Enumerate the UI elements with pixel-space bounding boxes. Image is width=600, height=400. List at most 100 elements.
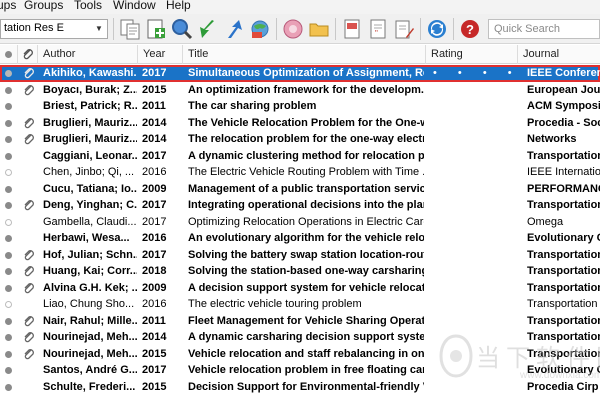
- paperclip-icon[interactable]: [22, 116, 36, 130]
- row-rating-stars[interactable]: • • • • •: [433, 65, 517, 82]
- read-status-dot-icon[interactable]: [5, 284, 12, 292]
- paperclip-icon[interactable]: [22, 83, 36, 97]
- table-row[interactable]: Bruglieri, Mauriz... 2014 The Vehicle Relo…: [0, 115, 600, 132]
- row-journal: Transportation: [527, 199, 600, 211]
- read-status-dot-icon[interactable]: [5, 185, 12, 193]
- row-year: 2015: [142, 347, 167, 360]
- export-button[interactable]: [222, 17, 246, 41]
- row-title: Optimizing Relocation Operations in Elec…: [188, 215, 424, 228]
- sync-button[interactable]: [425, 17, 449, 41]
- paperclip-icon[interactable]: [22, 314, 36, 328]
- table-row[interactable]: Boyacı, Burak; Z... 2015 An optimization f…: [0, 82, 600, 99]
- paperclip-icon[interactable]: [22, 347, 36, 361]
- table-row[interactable]: Chen, Jinbo; Qi, ... 2016 The Electric Veh…: [0, 164, 600, 181]
- toolbar-separator: [276, 18, 277, 40]
- read-status-dot-icon[interactable]: [5, 169, 12, 176]
- read-status-dot-icon[interactable]: [5, 152, 12, 160]
- table-row[interactable]: Caggiani, Leonar... 2017 A dynamic cluster…: [0, 148, 600, 165]
- paperclip-icon[interactable]: [22, 132, 36, 146]
- read-status-dot-icon[interactable]: [5, 317, 12, 325]
- read-status-dot-icon[interactable]: [5, 86, 12, 94]
- paperclip-icon[interactable]: [22, 281, 36, 295]
- read-status-dot-icon[interactable]: [5, 235, 12, 242]
- menu-window[interactable]: Window: [113, 0, 156, 12]
- read-status-dot-icon[interactable]: [5, 383, 12, 391]
- row-author: Akihiko, Kawashi...: [43, 67, 137, 79]
- quick-search-input[interactable]: [489, 20, 597, 38]
- copy-formatted-button[interactable]: [118, 17, 142, 41]
- menu-groups-partial[interactable]: ups: [0, 0, 16, 12]
- table-row[interactable]: Hof, Julian; Schn... 2017 Solving the batt…: [0, 247, 600, 264]
- menu-help[interactable]: Help: [166, 0, 191, 12]
- table-row[interactable]: Alvina G.H. Kek; ... 2009 A decision suppo…: [0, 280, 600, 297]
- column-header-author[interactable]: Author: [38, 45, 138, 64]
- import-button[interactable]: [196, 17, 220, 41]
- read-status-dot-icon[interactable]: [5, 70, 12, 77]
- row-journal: IEEE Internation...: [527, 166, 600, 178]
- column-header-year[interactable]: Year: [138, 45, 183, 64]
- table-row[interactable]: Herbawi, Wesa... 2016 An evolutionary algo…: [0, 230, 600, 247]
- table-row[interactable]: Huang, Kai; Corr... 2018 Solving the stati…: [0, 263, 600, 280]
- row-year: 2015: [142, 380, 167, 393]
- table-row[interactable]: Nair, Rahul; Mille... 2011 Fleet Managemen…: [0, 313, 600, 330]
- chevron-down-icon[interactable]: ▼: [92, 21, 106, 37]
- output-style-select[interactable]: tation Res E ▼: [0, 19, 108, 39]
- row-journal: Transportation: [527, 281, 600, 294]
- table-row[interactable]: Deng, Yinghan; C... 2017 Integrating opera…: [0, 197, 600, 214]
- row-year: 2015: [142, 83, 167, 96]
- column-header-journal[interactable]: Journal: [518, 45, 600, 64]
- pdf-button[interactable]: [340, 17, 364, 41]
- row-author: Huang, Kai; Corr...: [43, 265, 137, 277]
- help-button[interactable]: ?: [458, 17, 482, 41]
- row-author: Nair, Rahul; Mille...: [43, 314, 137, 327]
- read-status-dot-icon[interactable]: [5, 119, 12, 127]
- open-url-button[interactable]: [281, 17, 305, 41]
- read-status-column-header[interactable]: [0, 45, 18, 64]
- read-status-dot-icon[interactable]: [5, 103, 12, 110]
- row-year: 2016: [142, 166, 167, 178]
- insert-citation-button[interactable]: ": [366, 17, 390, 41]
- row-title: Management of a public transportation se…: [188, 182, 424, 195]
- paperclip-icon[interactable]: [22, 264, 36, 278]
- read-status-dot-icon[interactable]: [5, 268, 12, 275]
- open-file-button[interactable]: [307, 17, 331, 41]
- paperclip-icon[interactable]: [22, 330, 36, 344]
- column-header-title[interactable]: Title: [183, 45, 426, 64]
- read-status-dot-icon[interactable]: [5, 350, 12, 358]
- table-row[interactable]: Bruglieri, Mauriz... 2014 The relocation p…: [0, 131, 600, 148]
- new-reference-button[interactable]: [144, 17, 168, 41]
- row-title: A dynamic carsharing decision support sy…: [188, 331, 424, 343]
- online-search-button[interactable]: [170, 17, 194, 41]
- table-row[interactable]: Liao, Chung Sho... 2016 The electric vehic…: [0, 296, 600, 313]
- menu-tools[interactable]: Tools: [74, 0, 102, 12]
- table-row[interactable]: Akihiko, Kawashi... 2017 Simultaneous Opti…: [0, 65, 600, 82]
- read-status-dot-icon[interactable]: [5, 202, 12, 209]
- row-year: 2017: [142, 67, 167, 79]
- reference-list-header: Author Year Title Rating Journal: [0, 45, 600, 64]
- paperclip-icon[interactable]: [22, 66, 36, 80]
- row-author: Bruglieri, Mauriz...: [43, 116, 137, 129]
- table-row[interactable]: Briest, Patrick; R... 2011 The car sharing…: [0, 98, 600, 115]
- quick-search-box[interactable]: [488, 19, 600, 39]
- column-header-rating[interactable]: Rating: [426, 45, 518, 64]
- read-status-dot-icon[interactable]: [5, 136, 12, 143]
- read-status-dot-icon[interactable]: [5, 367, 12, 374]
- table-row[interactable]: Gambella, Claudi... 2017 Optimizing Reloca…: [0, 214, 600, 231]
- menu-groups[interactable]: Groups: [24, 0, 63, 12]
- read-status-dot-icon[interactable]: [5, 218, 12, 226]
- read-status-dot-icon[interactable]: [5, 334, 12, 341]
- paperclip-icon[interactable]: [22, 198, 36, 212]
- read-status-dot-icon[interactable]: [5, 301, 12, 308]
- table-row[interactable]: Cucu, Tatiana; Io... 2009 Management of a …: [0, 181, 600, 198]
- format-bibliography-button[interactable]: [392, 17, 416, 41]
- paperclip-icon[interactable]: [22, 248, 36, 262]
- read-status-dot-icon[interactable]: [5, 251, 12, 259]
- attachment-column-header[interactable]: [18, 45, 38, 64]
- row-title: A dynamic clustering method for relocati…: [188, 149, 424, 162]
- row-year: 2009: [142, 281, 167, 294]
- document-pen-icon: [395, 20, 414, 39]
- find-full-text-button[interactable]: [248, 17, 272, 41]
- row-author: Alvina G.H. Kek; ...: [43, 281, 137, 294]
- row-title: The car sharing problem: [188, 100, 317, 112]
- paperclip-icon: [23, 49, 33, 60]
